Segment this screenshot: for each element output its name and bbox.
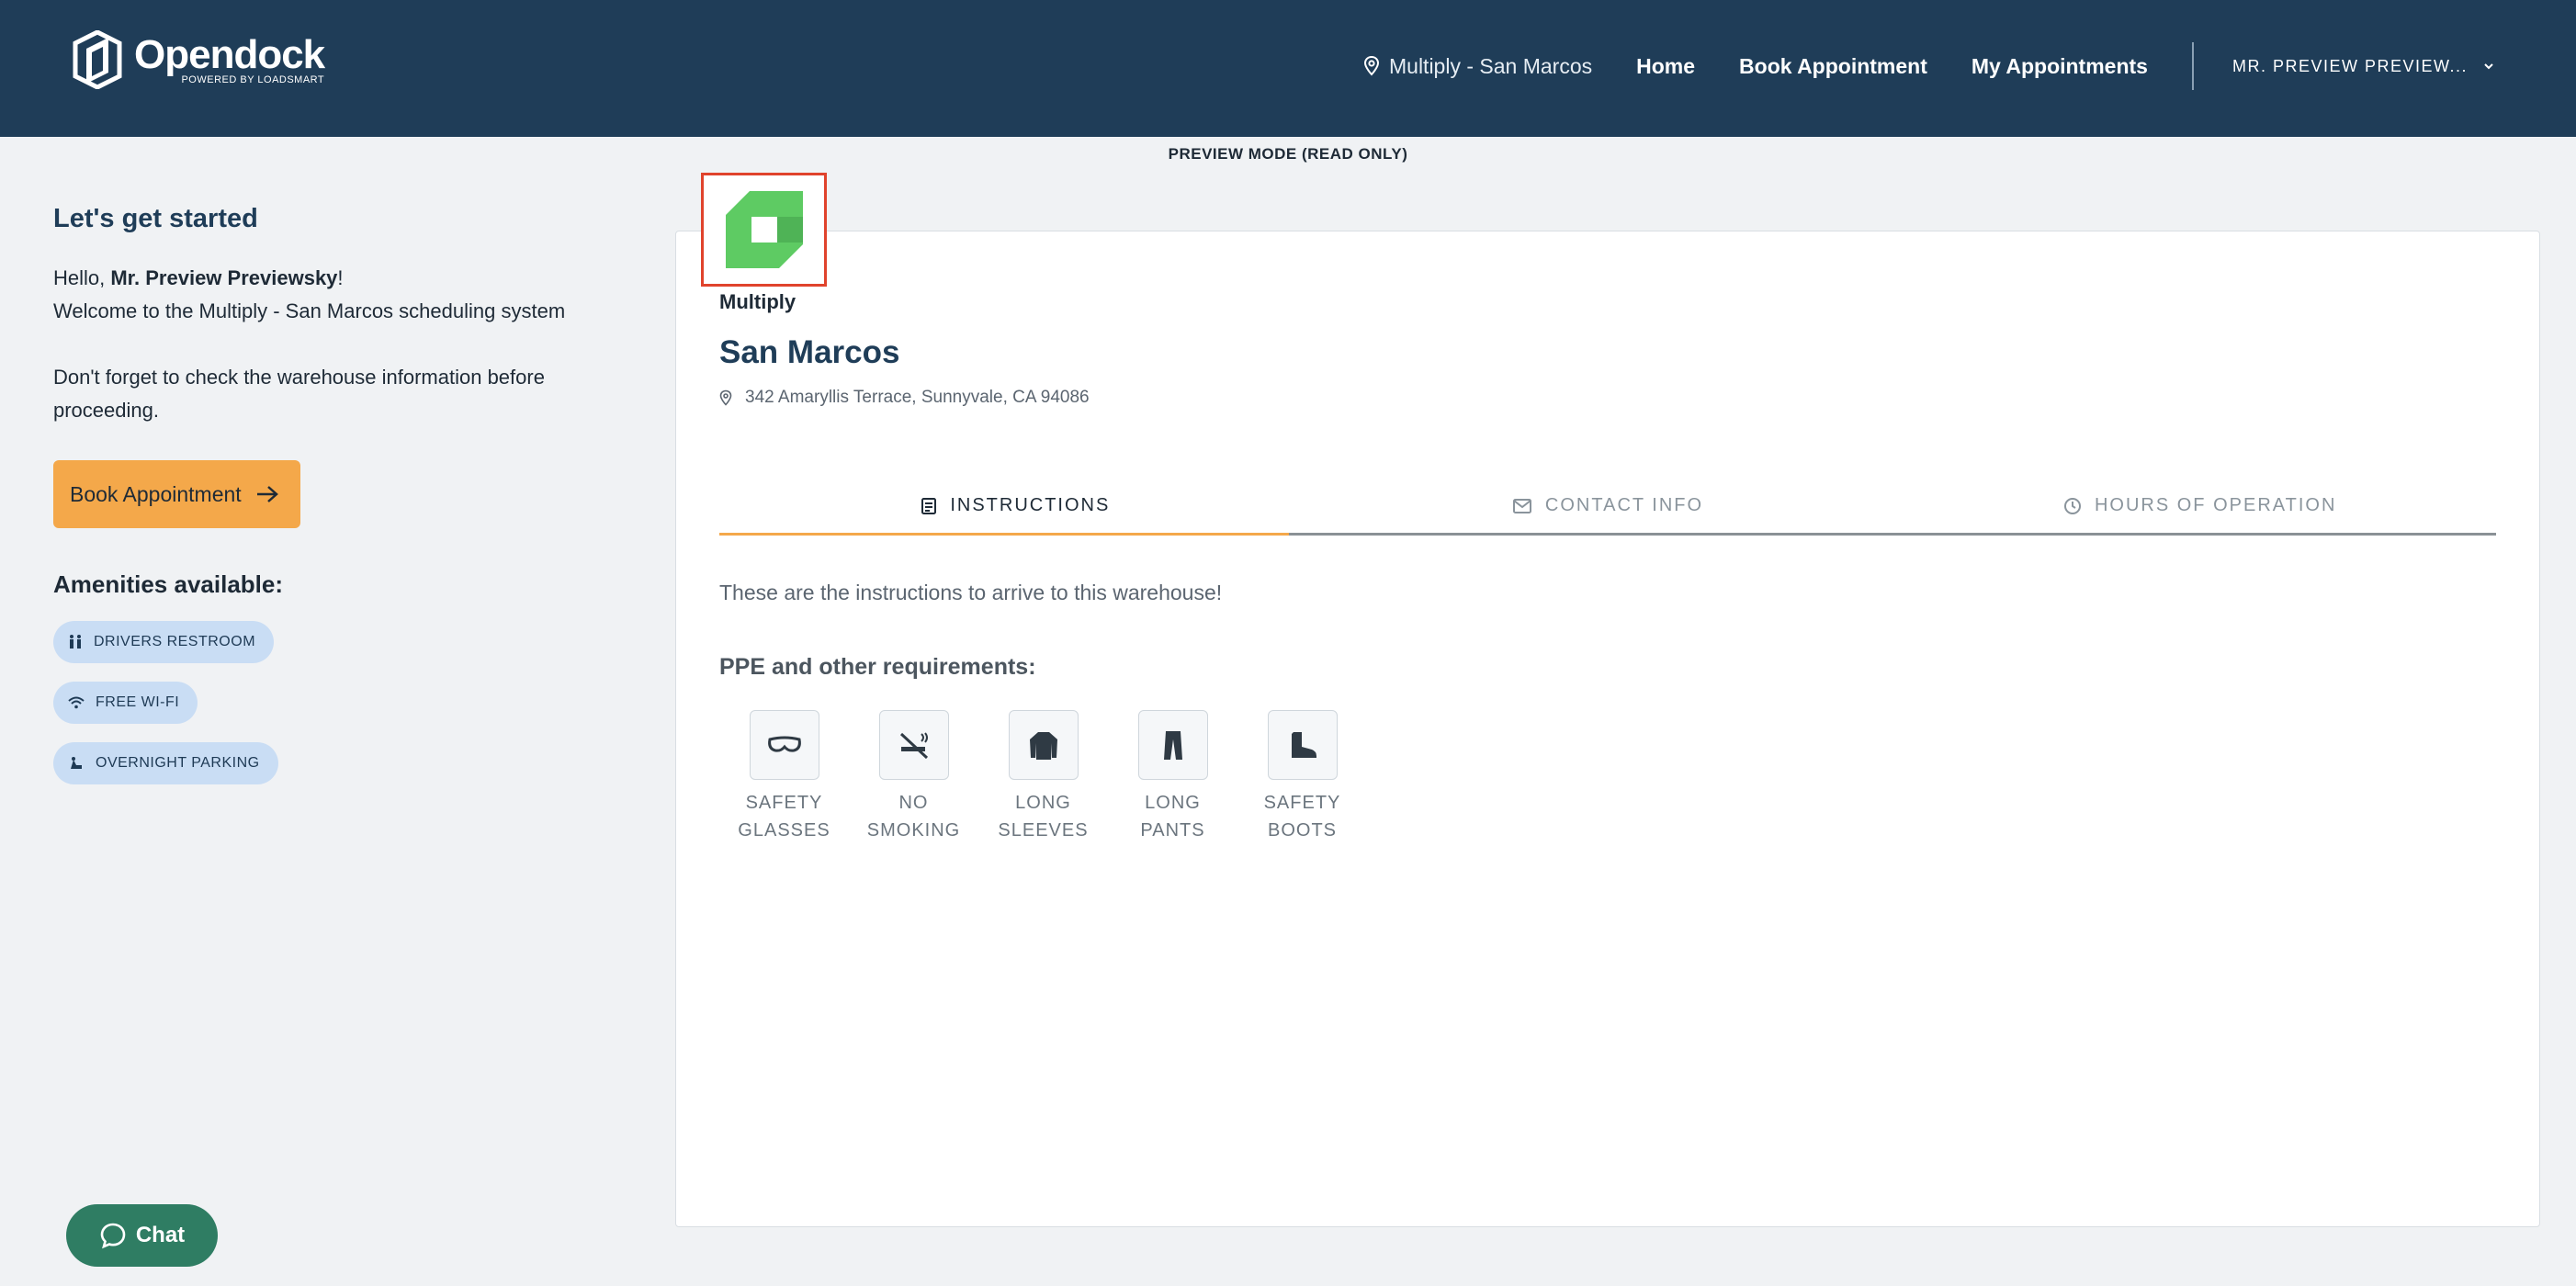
- sidebar: Let's get started Hello, Mr. Preview Pre…: [53, 204, 623, 803]
- ppe-item-long-pants: LONG PANTS: [1108, 710, 1237, 844]
- preview-mode-banner: PREVIEW MODE (READ ONLY): [1168, 145, 1408, 163]
- tab-contact-info[interactable]: CONTACT INFO: [1312, 479, 1904, 533]
- location-pin-icon: [1363, 55, 1380, 76]
- organization-name: Multiply: [719, 290, 797, 313]
- greeting-suffix: !: [337, 266, 344, 289]
- nav-book-appointment[interactable]: Book Appointment: [1739, 54, 1927, 79]
- chat-label: Chat: [135, 1223, 186, 1247]
- ppe-list: SAFETY GLASSES NO SMOKING LONG SLEEVES L…: [719, 710, 1367, 844]
- amenity-label: FREE WI-FI: [96, 694, 180, 710]
- long-pants-icon: [1163, 731, 1182, 760]
- chat-bubble-icon: [100, 1223, 126, 1249]
- tab-hours-label: HOURS OF OPERATION: [2094, 495, 2337, 515]
- ppe-item-safety-boots: SAFETY BOOTS: [1237, 710, 1367, 844]
- nav-home[interactable]: Home: [1636, 54, 1695, 79]
- ppe-label: LONG PANTS: [1140, 793, 1205, 840]
- user-menu-label: MR. PREVIEW PREVIEW...: [2231, 56, 2468, 75]
- safety-glasses-icon: [767, 736, 801, 752]
- brand-name: Opendock: [134, 32, 325, 77]
- user-name: Mr. Preview Previewsky: [110, 266, 338, 289]
- long-sleeves-icon: [1029, 732, 1057, 760]
- user-menu[interactable]: MR. PREVIEW PREVIEW...: [2232, 57, 2495, 76]
- amenity-label: OVERNIGHT PARKING: [96, 755, 260, 771]
- tab-hours-of-operation[interactable]: HOURS OF OPERATION: [1904, 479, 2496, 533]
- ppe-label: NO SMOKING: [866, 793, 961, 840]
- warehouse-address-text: 342 Amaryllis Terrace, Sunnyvale, CA 940…: [745, 388, 1090, 407]
- top-header: Opendock POWERED BY LOADSMART Multiply -…: [0, 0, 2576, 137]
- multiply-logo-icon: [725, 191, 803, 268]
- ppe-item-no-smoking: NO SMOKING: [849, 710, 978, 844]
- instructions-text: These are the instructions to arrive to …: [719, 581, 1223, 604]
- safety-boots-icon: [1291, 732, 1316, 758]
- welcome-text: Welcome to the Multiply - San Marcos sch…: [53, 299, 566, 322]
- location-pin-icon: [719, 389, 732, 406]
- nav-divider: [2191, 42, 2194, 90]
- amenity-overnight-parking: OVERNIGHT PARKING: [53, 742, 278, 784]
- nav-location-label: Multiply - San Marcos: [1389, 53, 1593, 78]
- sidebar-title: Let's get started: [53, 204, 258, 233]
- nav-my-appointments[interactable]: My Appointments: [1972, 54, 2148, 79]
- warehouse-address: 342 Amaryllis Terrace, Sunnyvale, CA 940…: [719, 388, 1090, 408]
- amenities-title: Amenities available:: [53, 570, 283, 598]
- active-tab-indicator: [719, 533, 1289, 536]
- ppe-item-safety-glasses: SAFETY GLASSES: [719, 710, 849, 844]
- greeting-prefix: Hello,: [53, 266, 111, 289]
- document-icon: [921, 497, 937, 514]
- opendock-logo-icon: [73, 30, 122, 89]
- tab-instructions[interactable]: INSTRUCTIONS: [719, 479, 1312, 533]
- warehouse-name: San Marcos: [719, 334, 900, 370]
- sleep-icon: [71, 757, 82, 769]
- wifi-icon: [68, 696, 85, 709]
- book-appointment-button[interactable]: Book Appointment: [53, 460, 300, 528]
- amenity-drivers-restroom: DRIVERS RESTROOM: [53, 621, 275, 663]
- ppe-title: PPE and other requirements:: [719, 654, 1036, 680]
- brand-subtitle: POWERED BY LOADSMART: [181, 74, 325, 85]
- clock-icon: [2063, 497, 2081, 514]
- greeting: Hello, Mr. Preview Previewsky!: [53, 262, 623, 295]
- reminder-text: Don't forget to check the warehouse info…: [53, 366, 545, 422]
- nav-location[interactable]: Multiply - San Marcos: [1363, 54, 1592, 79]
- no-smoking-icon: [899, 732, 928, 760]
- ppe-label: SAFETY BOOTS: [1263, 793, 1341, 840]
- chat-button[interactable]: Chat: [66, 1204, 218, 1267]
- restroom-icon: [70, 635, 81, 649]
- envelope-icon: [1512, 498, 1531, 513]
- warehouse-tabs: INSTRUCTIONS CONTACT INFO HOURS OF OPERA…: [719, 479, 2496, 536]
- ppe-label: SAFETY GLASSES: [738, 793, 830, 840]
- tab-instructions-label: INSTRUCTIONS: [950, 495, 1111, 515]
- main-nav: Multiply - San Marcos Home Book Appointm…: [1363, 42, 2576, 90]
- tab-contact-info-label: CONTACT INFO: [1544, 495, 1704, 515]
- book-appointment-label: Book Appointment: [70, 481, 242, 506]
- ppe-item-long-sleeves: LONG SLEEVES: [978, 710, 1108, 844]
- opendock-logo[interactable]: Opendock POWERED BY LOADSMART: [72, 28, 325, 92]
- chevron-down-icon: [2484, 63, 2493, 70]
- ppe-label: LONG SLEEVES: [998, 793, 1089, 840]
- organization-logo: [701, 173, 827, 287]
- arrow-right-icon: [256, 486, 278, 502]
- amenity-free-wifi: FREE WI-FI: [53, 682, 198, 724]
- amenity-label: DRIVERS RESTROOM: [94, 634, 256, 649]
